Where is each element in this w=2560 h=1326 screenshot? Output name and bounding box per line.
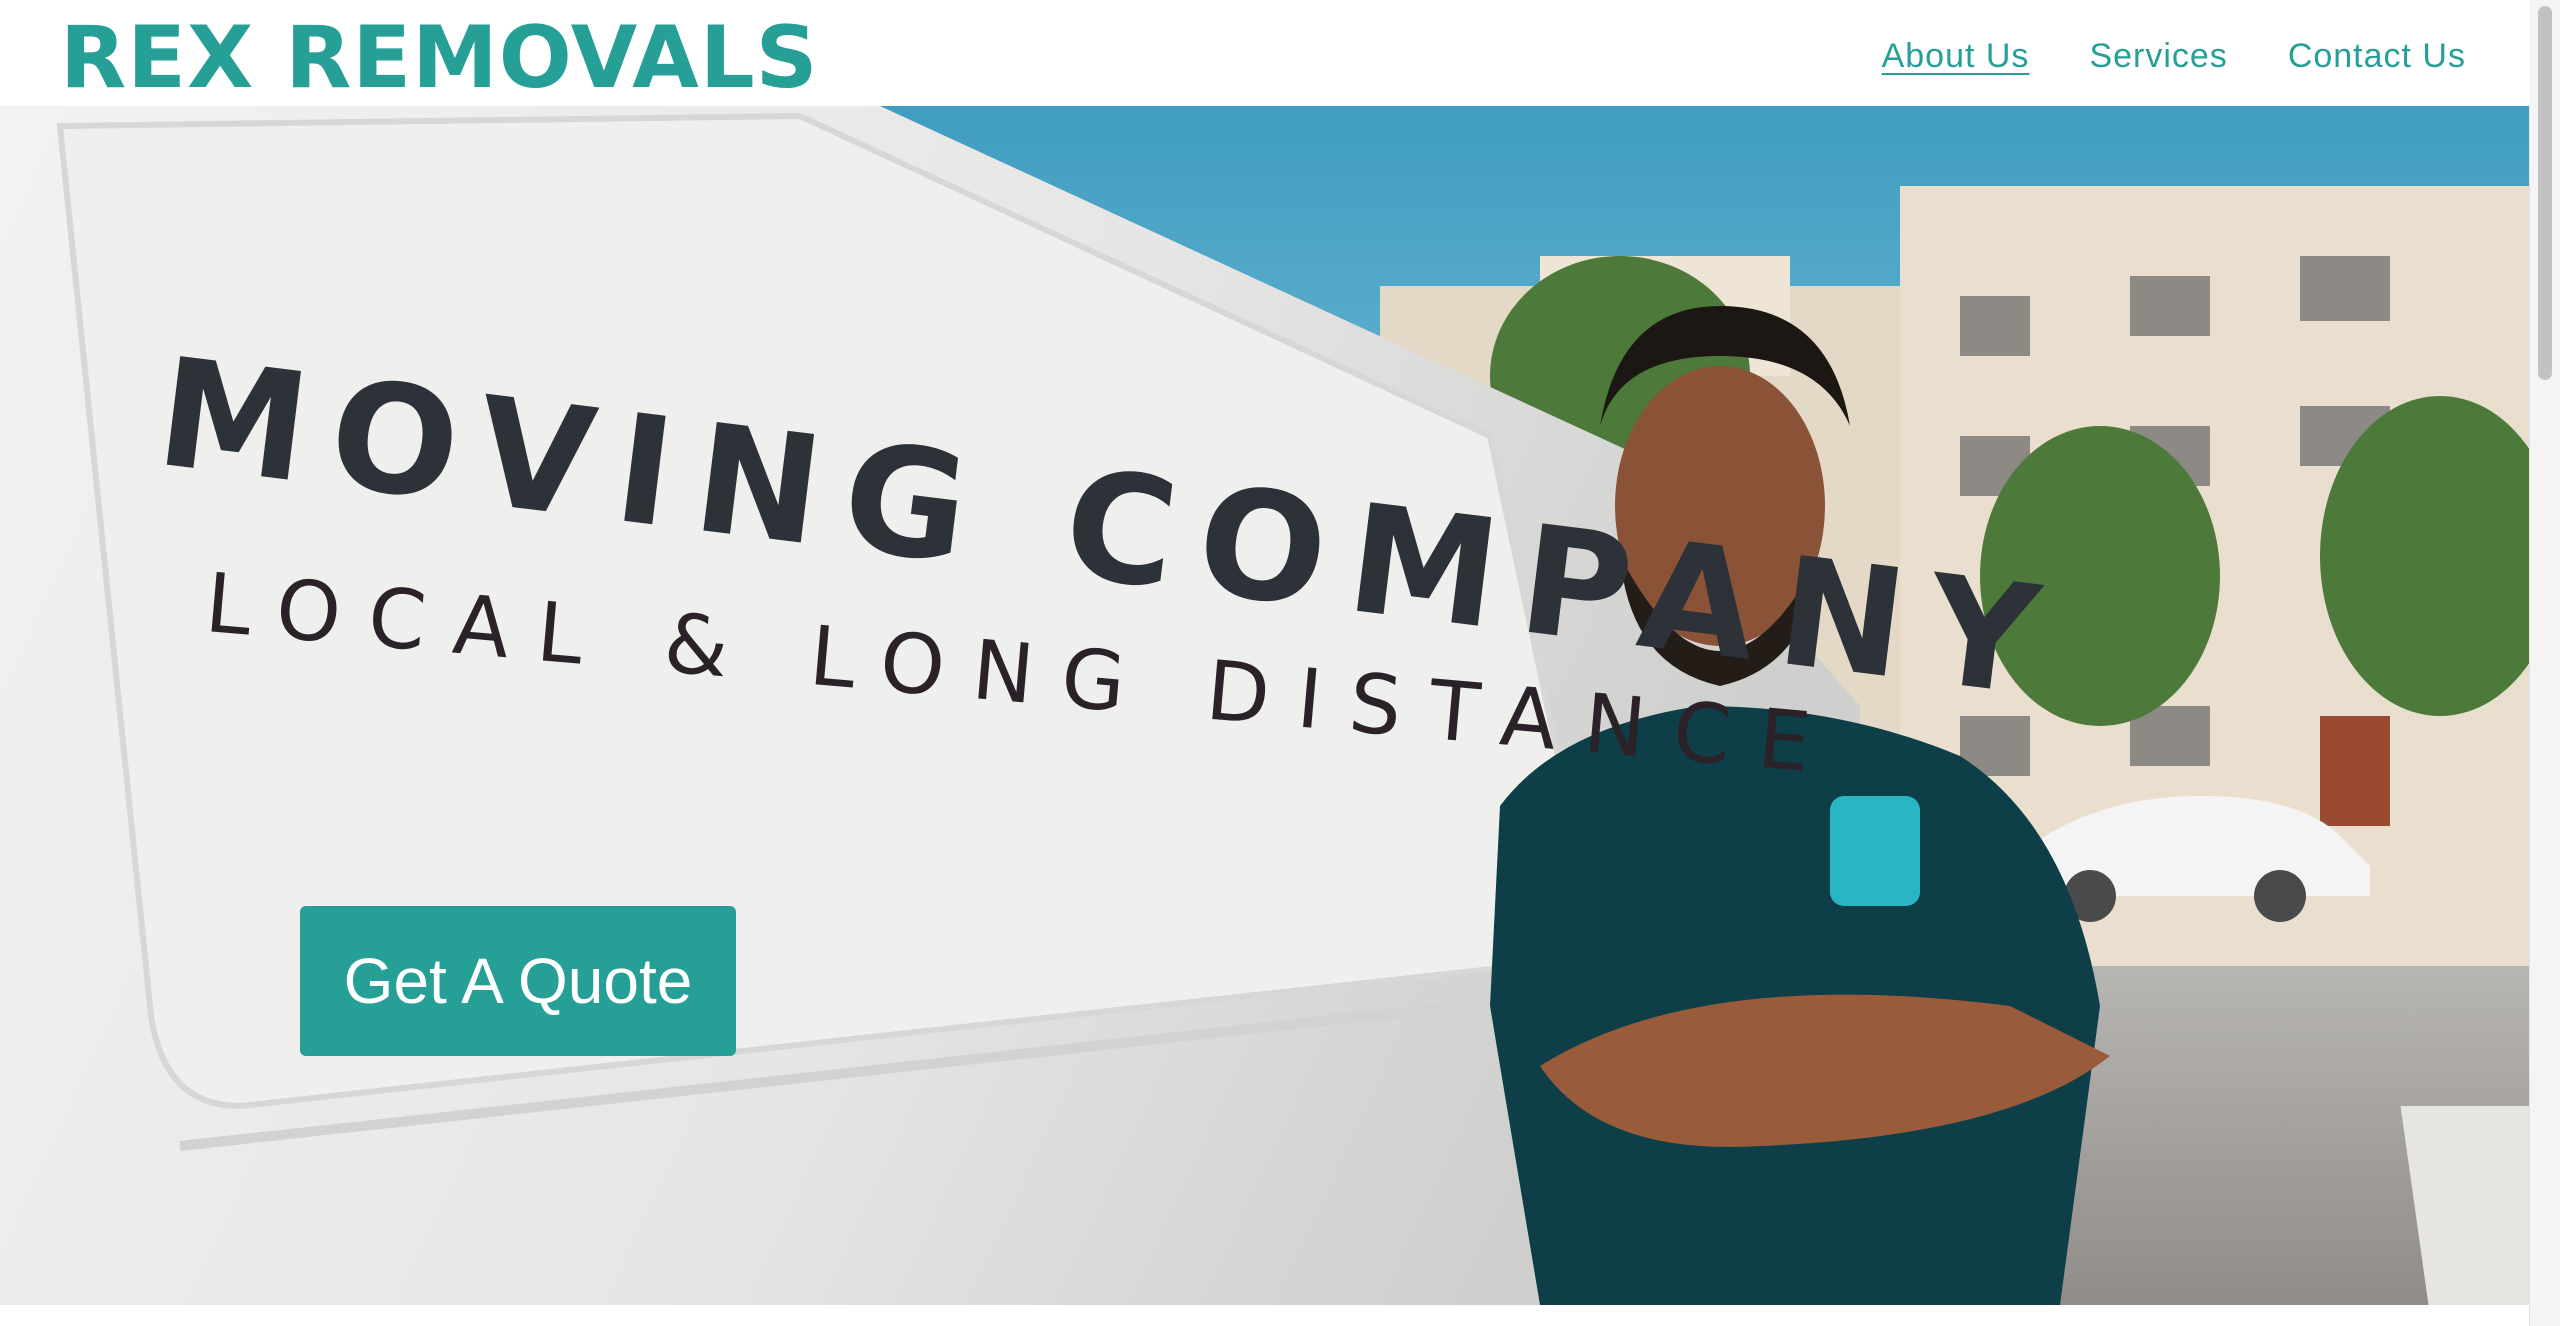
nav-services[interactable]: Services: [2089, 34, 2227, 78]
hero-banner: MOVING COMPANY LOCAL & LONG DISTANCE Get…: [0, 106, 2530, 1305]
nav-about-us[interactable]: About Us: [1882, 34, 2030, 78]
site-header: REX REMOVALS About Us Services Contact U…: [0, 0, 2530, 108]
nav-contact-us[interactable]: Contact Us: [2288, 34, 2466, 78]
main-nav: About Us Services Contact Us: [1882, 34, 2466, 78]
page-scrollbar[interactable]: [2529, 0, 2560, 1326]
get-a-quote-button[interactable]: Get A Quote: [300, 906, 736, 1056]
page-bottom-edge: [0, 1305, 2530, 1326]
site-logo[interactable]: REX REMOVALS: [60, 8, 819, 108]
scrollbar-thumb[interactable]: [2538, 6, 2552, 380]
